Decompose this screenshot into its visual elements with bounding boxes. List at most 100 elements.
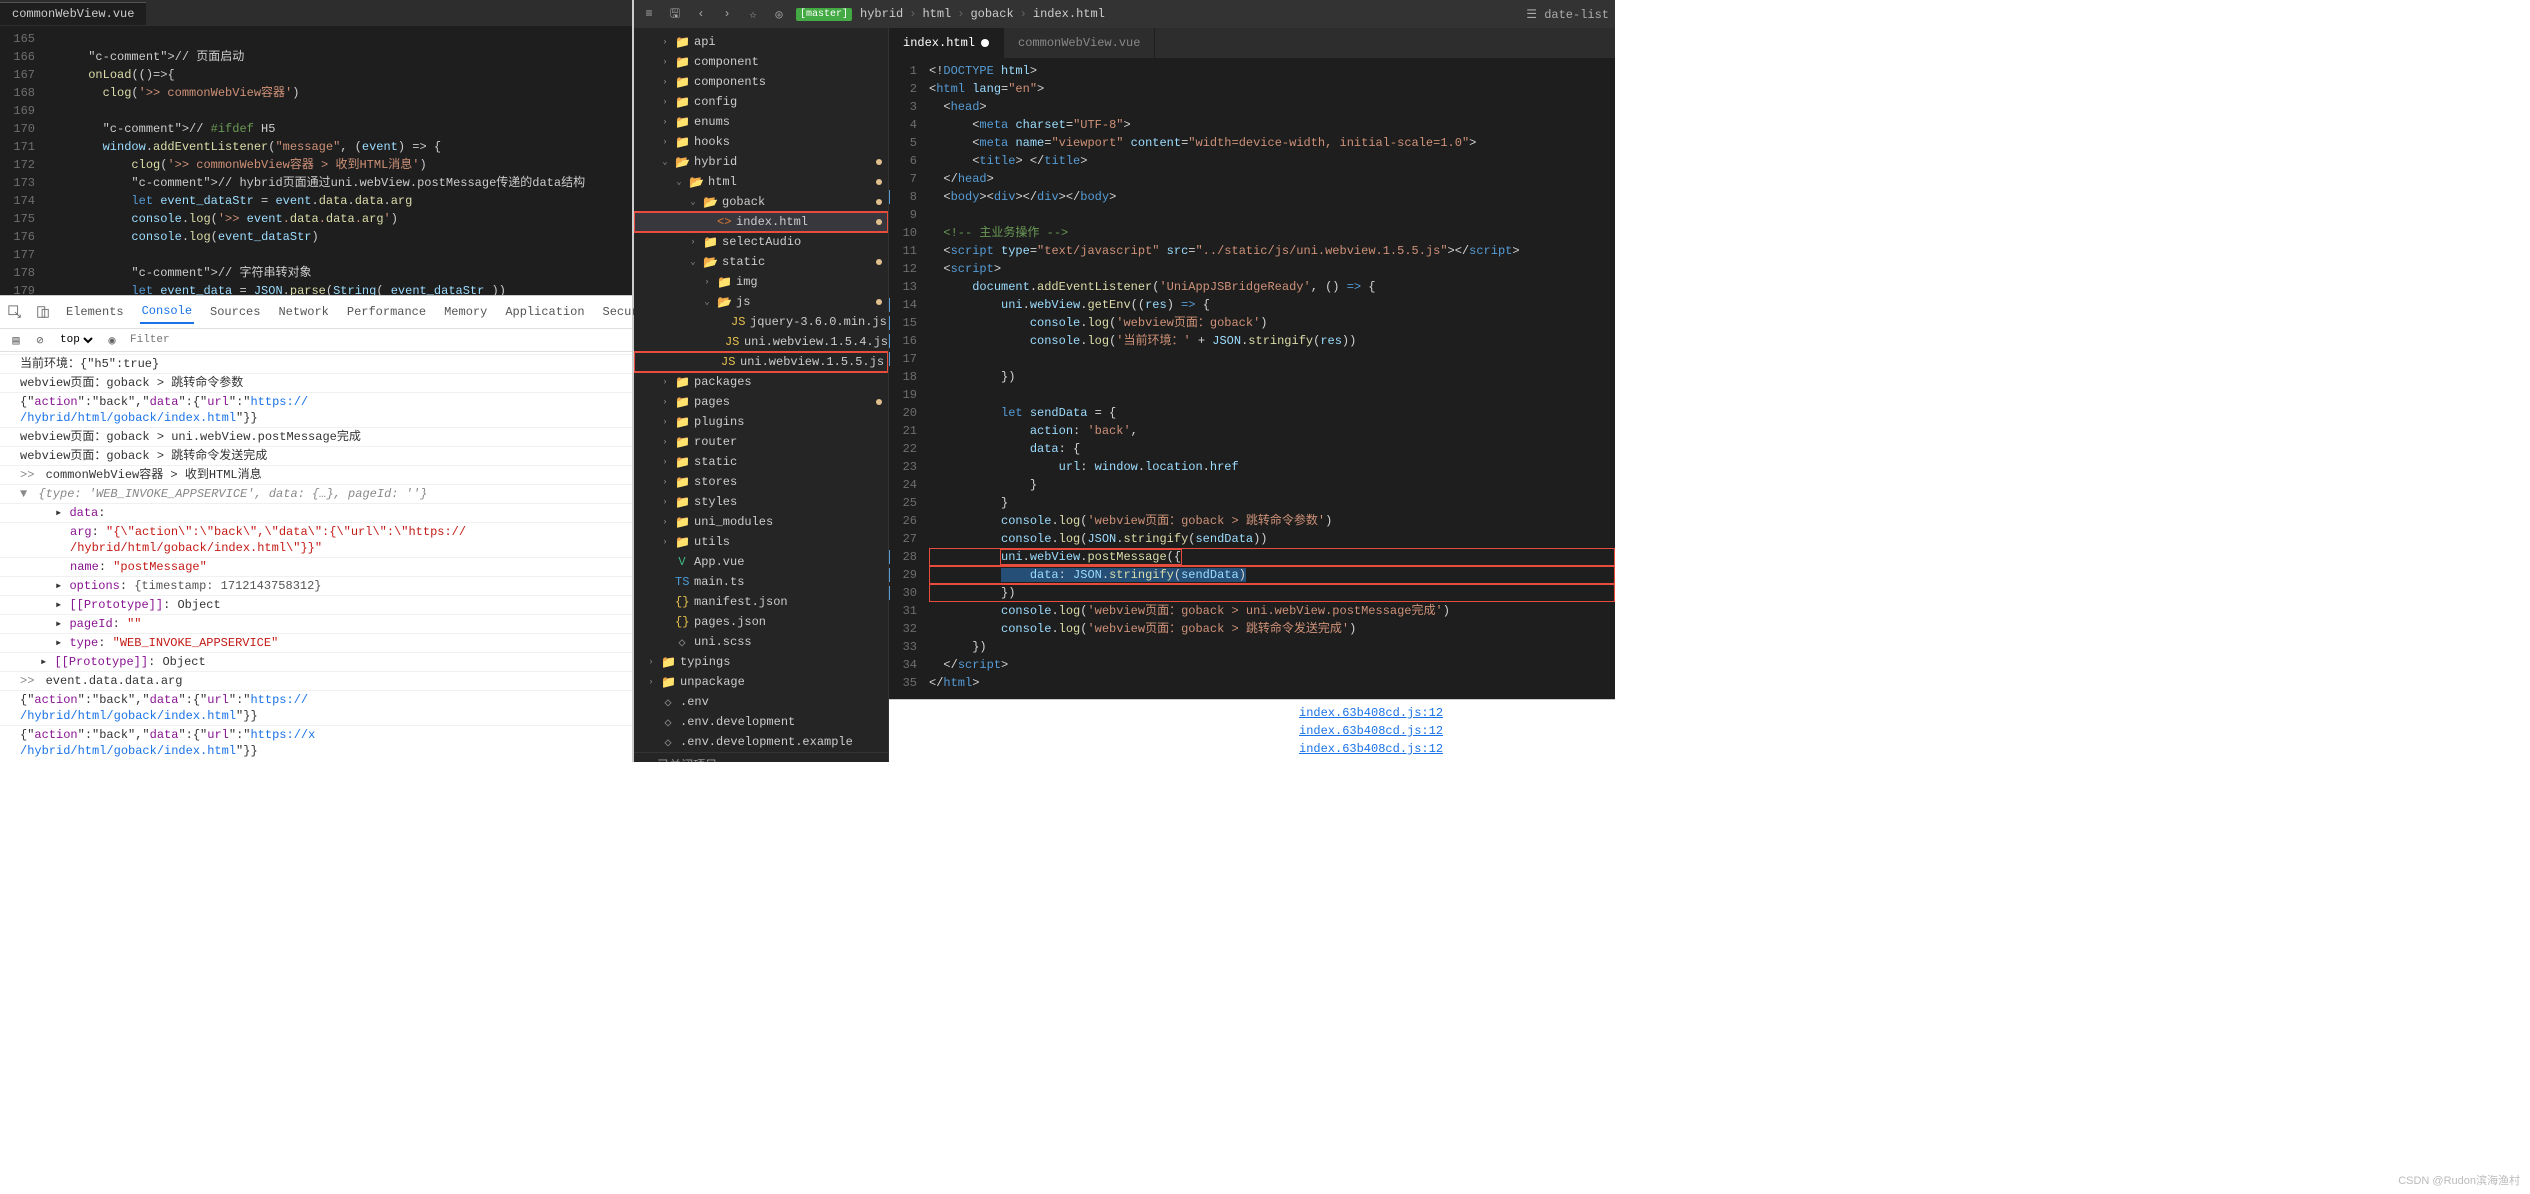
back-icon[interactable]: ‹ <box>692 5 710 23</box>
tree-item-api[interactable]: ›📁api <box>634 32 888 52</box>
eye-icon[interactable]: ◉ <box>104 332 120 348</box>
tree-item-router[interactable]: ›📁router <box>634 432 888 452</box>
forward-icon[interactable]: › <box>718 5 736 23</box>
editor-tab-commonWebView-vue[interactable]: commonWebView.vue <box>1004 28 1155 58</box>
file-tree[interactable]: ›📁api›📁component›📁components›📁config›📁en… <box>634 28 889 762</box>
devtools-tab-sources[interactable]: Sources <box>208 301 262 323</box>
crumb-index.html[interactable]: index.html <box>1033 7 1105 21</box>
console-row[interactable]: ▸ data: <box>0 503 632 522</box>
crumb-hybrid[interactable]: hybrid <box>860 7 903 21</box>
tree-item-manifest-json[interactable]: {}manifest.json <box>634 592 888 612</box>
right-editor: index.htmlcommonWebView.vue 123456789101… <box>889 28 1615 762</box>
left-pane: commonWebView.vue 1651661671681691701711… <box>0 0 634 762</box>
context-select[interactable]: top <box>56 333 96 347</box>
breadcrumb[interactable]: hybrid›html›goback›index.html <box>860 7 1105 21</box>
tree-item-hybrid[interactable]: ⌄📂hybrid <box>634 152 888 172</box>
star-icon[interactable]: ☆ <box>744 5 762 23</box>
tree-item-index-html[interactable]: <>index.html <box>634 212 888 232</box>
crumb-goback[interactable]: goback <box>970 7 1013 21</box>
tree-item-main-ts[interactable]: TSmain.ts <box>634 572 888 592</box>
tree-item-components[interactable]: ›📁components <box>634 72 888 92</box>
console-row[interactable]: {"action":"back","data":{"url":"https://… <box>0 690 632 725</box>
tree-item-App-vue[interactable]: VApp.vue <box>634 552 888 572</box>
tree-item-stores[interactable]: ›📁stores <box>634 472 888 492</box>
modified-dot-icon <box>981 39 989 47</box>
source-link[interactable]: index.63b408cd.js:12 <box>929 704 1575 722</box>
right-line-gutter: 1234567891011121314151617181920212223242… <box>889 58 929 699</box>
menu-icon[interactable]: ≡ <box>640 5 658 23</box>
tree-item-uni-webview-1-5-5-js[interactable]: JSuni.webview.1.5.5.js <box>634 352 888 372</box>
device-icon[interactable] <box>36 304 50 320</box>
console-row[interactable]: webview页面：goback > uni.webView.postMessa… <box>0 427 632 446</box>
tree-item-static[interactable]: ›📁static <box>634 452 888 472</box>
tree-item-uni-webview-1-5-4-js[interactable]: JSuni.webview.1.5.4.js <box>634 332 888 352</box>
modified-dot-icon <box>876 299 882 305</box>
tree-item-utils[interactable]: ›📁utils <box>634 532 888 552</box>
tree-item--env[interactable]: ◇.env <box>634 692 888 712</box>
console-output[interactable]: 当前环境：{"h5":true}webview页面：goback > 跳转命令参… <box>0 352 632 762</box>
devtools-tab-performance[interactable]: Performance <box>345 301 428 323</box>
devtools-tab-application[interactable]: Application <box>503 301 586 323</box>
console-row[interactable]: {"action":"back","data":{"url":"https://… <box>0 392 632 427</box>
console-row[interactable]: 当前环境：{"h5":true} <box>0 354 632 373</box>
devtools-tabs: Elements Console Sources Network Performance… <box>0 296 632 329</box>
console-row[interactable]: ▸ [[Prototype]]: Object <box>0 595 632 614</box>
tree-item-pages[interactable]: ›📁pages <box>634 392 888 412</box>
tree-item-component[interactable]: ›📁component <box>634 52 888 72</box>
sidebar-toggle-icon[interactable]: ▤ <box>8 332 24 348</box>
console-row[interactable]: ▼ {type: 'WEB_INVOKE_APPSERVICE', data: … <box>0 484 632 503</box>
console-row[interactable]: {"action":"back","data":{"url":"https://… <box>0 725 632 760</box>
tree-item-img[interactable]: ›📁img <box>634 272 888 292</box>
tree-item-packages[interactable]: ›📁packages <box>634 372 888 392</box>
tree-item-jquery-3-6-0-min-js[interactable]: JSjquery-3.6.0.min.js <box>634 312 888 332</box>
console-row[interactable]: ▸ [[Prototype]]: Object <box>0 652 632 671</box>
tree-item--env-development-example[interactable]: ◇.env.development.example <box>634 732 888 752</box>
right-code-area[interactable]: <!DOCTYPE html><html lang="en"> <head> <… <box>929 58 1615 699</box>
tree-item-enums[interactable]: ›📁enums <box>634 112 888 132</box>
devtools-tab-network[interactable]: Network <box>276 301 330 323</box>
clear-console-icon[interactable]: ⊘ <box>32 332 48 348</box>
tree-item-unpackage[interactable]: ›📁unpackage <box>634 672 888 692</box>
tree-item-config[interactable]: ›📁config <box>634 92 888 112</box>
console-row[interactable]: ▸ options: {timestamp: 1712143758312} <box>0 576 632 595</box>
console-filter[interactable] <box>128 332 624 348</box>
tree-item-static[interactable]: ⌄📂static <box>634 252 888 272</box>
tree-item-plugins[interactable]: ›📁plugins <box>634 412 888 432</box>
editor-tab-bar: commonWebView.vue <box>0 0 632 26</box>
console-row[interactable]: webview页面：goback > 跳转命令参数 <box>0 373 632 392</box>
editor-tab-common[interactable]: commonWebView.vue <box>0 2 146 25</box>
target-icon[interactable]: ◎ <box>770 5 788 23</box>
tree-item--env-development[interactable]: ◇.env.development <box>634 712 888 732</box>
source-link[interactable]: index.63b408cd.js:12 <box>929 740 1575 758</box>
console-row[interactable]: ▸ pageId: "" <box>0 614 632 633</box>
closed-projects-label[interactable]: › 已关闭项目 <box>634 752 888 762</box>
editor-tab-index-html[interactable]: index.html <box>889 28 1004 58</box>
date-list-label[interactable]: ☰ date-list <box>1526 7 1609 22</box>
tree-item-pages-json[interactable]: {}pages.json <box>634 612 888 632</box>
tree-item-uni_modules[interactable]: ›📁uni_modules <box>634 512 888 532</box>
code-area[interactable]: "c-comment">// 页面启动 onLoad(()=>{ clog('>… <box>45 26 632 295</box>
console-row[interactable]: ▸ type: "WEB_INVOKE_APPSERVICE" <box>0 633 632 652</box>
tree-item-hooks[interactable]: ›📁hooks <box>634 132 888 152</box>
git-branch-badge[interactable]: [master] <box>796 8 852 21</box>
tree-item-styles[interactable]: ›📁styles <box>634 492 888 512</box>
right-editor-tabs: index.htmlcommonWebView.vue <box>889 28 1615 58</box>
console-row[interactable]: arg: "{\"action\":\"back\",\"data\":{\"u… <box>0 522 632 557</box>
console-row[interactable]: name: "postMessage" <box>0 557 632 576</box>
inspect-icon[interactable] <box>8 304 22 320</box>
crumb-html[interactable]: html <box>922 7 951 21</box>
tree-item-goback[interactable]: ⌄📂goback <box>634 192 888 212</box>
devtools-tab-elements[interactable]: Elements <box>64 301 126 323</box>
tree-item-js[interactable]: ⌄📂js <box>634 292 888 312</box>
console-row[interactable]: webview页面：goback > 跳转命令发送完成 <box>0 446 632 465</box>
tree-item-uni-scss[interactable]: ◇uni.scss <box>634 632 888 652</box>
devtools-tab-memory[interactable]: Memory <box>442 301 489 323</box>
tree-item-typings[interactable]: ›📁typings <box>634 652 888 672</box>
console-row[interactable]: >> event.data.data.arg <box>0 671 632 690</box>
tree-item-html[interactable]: ⌄📂html <box>634 172 888 192</box>
save-icon[interactable]: 🖫 <box>666 5 684 23</box>
source-link[interactable]: index.63b408cd.js:12 <box>929 722 1575 740</box>
tree-item-selectAudio[interactable]: ›📁selectAudio <box>634 232 888 252</box>
devtools-tab-console[interactable]: Console <box>140 300 194 324</box>
console-row[interactable]: >> commonWebView容器 > 收到HTML消息 <box>0 465 632 484</box>
